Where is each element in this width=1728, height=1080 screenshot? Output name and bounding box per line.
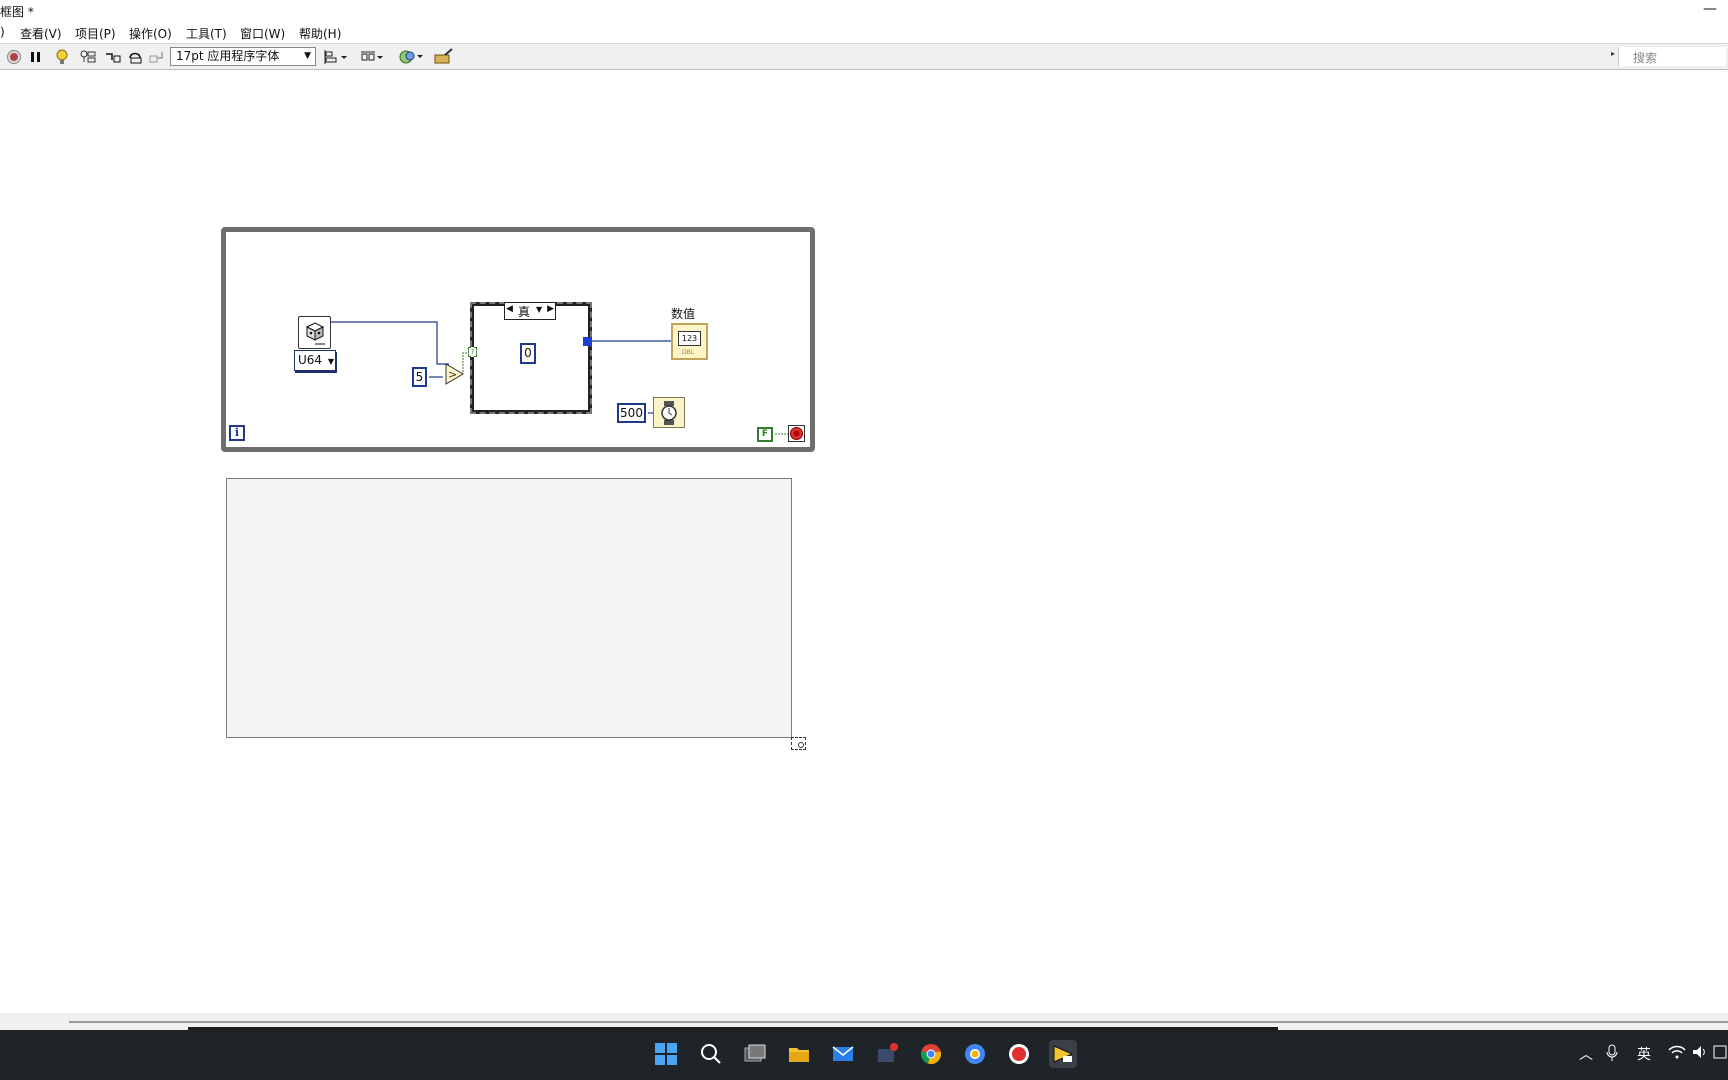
media-icon[interactable] [873,1040,901,1068]
increment-case-icon[interactable]: ▶ [547,304,554,314]
chrome-alt-icon[interactable] [961,1040,989,1068]
windows-start-icon[interactable] [652,1040,680,1068]
resize-handle[interactable] [791,737,806,750]
chevron-right-icon: ▸ [1611,49,1616,58]
menu-project[interactable]: 项目(P) [75,25,116,42]
numeric-constant-5[interactable]: 5 [412,367,427,387]
resize-handle-icon [798,742,804,748]
minimize-button[interactable]: — [1700,0,1720,20]
volume-icon[interactable] [1691,1044,1707,1064]
clean-up-diagram-button[interactable] [433,47,455,66]
output-tunnel[interactable] [583,337,592,346]
title-bar: 框图 * — [0,0,1728,22]
wait-ms-node[interactable] [653,397,685,428]
pause-button[interactable] [27,47,45,66]
numeric-indicator-terminal[interactable]: 123 DBL [671,323,708,360]
labview-icon[interactable] [1049,1040,1077,1068]
distribute-objects-icon [361,51,383,60]
reorder-icon [399,50,423,63]
numeric-constant-0[interactable]: 0 [520,343,536,364]
step-out-button[interactable] [148,47,166,66]
case-selector[interactable]: ◀ 真 ▼ ▶ [504,302,556,320]
notification-icon[interactable] [1713,1044,1727,1064]
wifi-icon[interactable] [1668,1044,1686,1064]
step-into-button[interactable] [104,47,122,66]
highlight-execution-button[interactable] [52,47,72,66]
representation-dropdown[interactable]: U64 ▼ [294,350,336,371]
horizontal-scrollbar[interactable] [0,1013,1728,1030]
decrement-case-icon[interactable]: ◀ [506,304,513,314]
ime-indicator[interactable]: 英 [1637,1044,1651,1064]
step-over-icon [129,52,142,63]
search-placeholder: 搜索 [1633,51,1658,65]
microphone-icon[interactable] [1605,1044,1619,1066]
task-view-icon[interactable] [741,1040,769,1068]
mail-icon[interactable] [829,1040,857,1068]
scrollbar-track [69,1021,1728,1023]
menu-file[interactable]: ) [0,25,5,39]
wristwatch-icon [661,401,677,425]
abort-icon [7,49,21,64]
window-title: 框图 * [0,5,34,19]
chevron-down-icon: ▼ [304,51,311,61]
font-size-dropdown[interactable]: 17pt 应用程序字体 ▼ [170,47,316,66]
loop-condition-terminal[interactable] [788,425,805,442]
search-field[interactable]: ▸ 搜索 [1611,47,1726,66]
stop-icon [790,427,803,440]
step-into-icon [106,52,121,62]
clean-up-icon [434,47,453,63]
iteration-terminal: i [229,425,245,441]
font-size-value: 17pt 应用程序字体 [176,49,280,63]
chevron-down-icon[interactable]: ▼ [536,305,542,314]
pause-icon [31,51,40,62]
distribute-objects-button[interactable] [359,47,385,66]
menu-window[interactable]: 窗口(W) [240,25,285,42]
representation-value: U64 [298,353,323,367]
chrome-icon[interactable] [917,1040,945,1068]
indicator-label[interactable]: 数值 [671,305,695,322]
taskbar: ︿ 英 [0,1030,1728,1080]
step-out-icon [149,51,163,62]
numeric-constant-500[interactable]: 500 [617,403,646,423]
empty-structure-box[interactable] [226,478,792,738]
case-selector-label: 真 [518,305,531,319]
reorder-button[interactable] [397,47,425,66]
case-selector-terminal: ? [468,347,477,357]
lightbulb-icon [56,49,68,64]
file-explorer-icon[interactable] [785,1040,813,1068]
labview-block-diagram-window: 框图 * — ) 查看(V) 项目(P) 操作(O) 工具(T) 窗口(W) 帮… [0,0,1728,1080]
align-objects-icon [324,49,347,64]
abort-button[interactable] [5,47,23,66]
menu-operate[interactable]: 操作(O) [129,25,172,42]
search-icon[interactable] [697,1040,725,1068]
random-number-node[interactable] [298,316,331,349]
menu-tools[interactable]: 工具(T) [186,25,227,42]
step-over-button[interactable] [127,47,145,66]
chevron-down-icon: ▼ [327,357,335,366]
indicator-display: 123 [678,331,701,346]
dice-icon [305,322,325,345]
toolbar: 17pt 应用程序字体 ▼ ▸ 搜索 [0,44,1728,70]
menu-help[interactable]: 帮助(H) [299,25,341,42]
menu-bar: ) 查看(V) 项目(P) 操作(O) 工具(T) 窗口(W) 帮助(H) [0,22,1728,44]
indicator-type-label: DBL [682,349,695,356]
retain-wire-icon [80,50,96,62]
menu-view[interactable]: 查看(V) [20,25,62,42]
false-constant[interactable]: F [757,427,773,442]
record-icon[interactable] [1005,1040,1033,1068]
chevron-up-icon[interactable]: ︿ [1579,1044,1593,1064]
align-objects-button[interactable] [323,47,349,66]
retain-wire-values-button[interactable] [78,47,98,66]
